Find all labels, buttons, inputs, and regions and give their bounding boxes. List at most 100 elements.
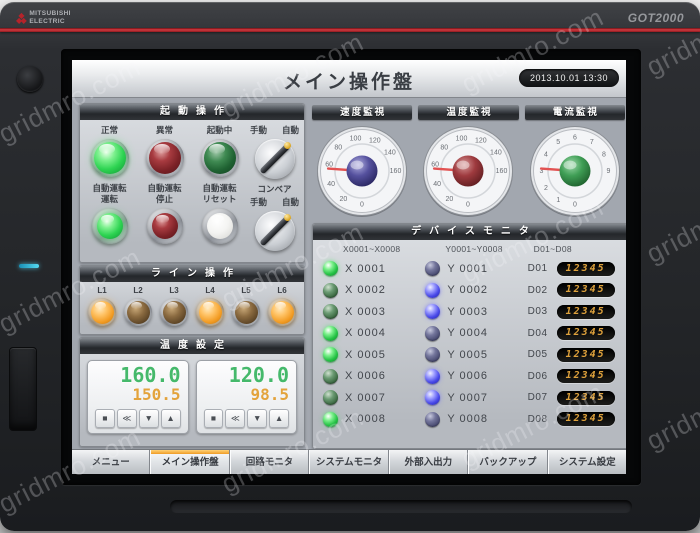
x-bit-label: X 0006 — [345, 370, 386, 383]
device-monitor-header: デバイスモニタ — [313, 224, 626, 240]
auto-reset-button-label-line: 自動運転 — [202, 183, 237, 193]
y-bit-lamp — [425, 390, 441, 406]
d-word-label: D07 — [527, 392, 548, 404]
auto-stop-button-label-line: 自動運転 — [147, 183, 182, 193]
line-lamp-cell-L5: L5 — [228, 285, 264, 326]
temp2-fast-button[interactable]: ≪ — [225, 409, 246, 429]
hmi-device-bezel: ◆ ◆◆ MITSUBISHI ELECTRIC GOT2000 メイン操作盤 2… — [0, 2, 700, 531]
interface-cover-door — [9, 347, 37, 431]
x-bit-lamp — [323, 304, 338, 320]
temp2-stop-button[interactable]: ■ — [203, 409, 224, 429]
x-bit-label: X 0002 — [345, 284, 386, 297]
auto-run-button[interactable] — [91, 208, 128, 244]
tab-external-io[interactable]: 外部入出力 — [388, 450, 469, 474]
tab-bar: メニュー メイン操作盤 回路モニタ システムモニタ 外部入出力 バックアップ システム設定 — [72, 449, 626, 474]
line-lamp-wrap — [264, 298, 300, 326]
d-word-label: D06 — [527, 370, 548, 382]
conveyor-selector[interactable] — [254, 211, 295, 251]
y-rows-column: Y 0001 Y 0002 Y 0003 Y 0004 Y 0005 Y 0006 Y 00… — [425, 258, 527, 430]
normal-lamp-cell: 正常 — [82, 124, 137, 179]
temp2-down-button[interactable]: ▼ — [247, 409, 268, 429]
svg-text:1: 1 — [556, 197, 560, 204]
d-word-row-5: D05 12345 — [528, 344, 619, 366]
line-lamp-dome — [198, 300, 222, 324]
svg-text:5: 5 — [556, 139, 560, 146]
svg-text:120: 120 — [475, 137, 487, 144]
temp-buttons: ■ ≪ ▼ ▲ — [203, 409, 289, 429]
y-bit-label: Y 0002 — [447, 284, 488, 297]
conveyor-selector-labels: 手動 自動 — [247, 196, 302, 209]
tab-circuit-monitor[interactable]: 回路モニタ — [229, 450, 310, 474]
manual-auto-selector[interactable] — [254, 139, 295, 179]
line-lamp-dome — [126, 300, 150, 324]
error-lamp-dome — [148, 142, 181, 174]
startup-row1: 正常 異常 起動中 手動 自動 — [80, 120, 304, 179]
y-bit-lamp — [425, 325, 441, 341]
tab-backup[interactable]: バックアップ — [468, 450, 548, 474]
manual-auto-selector-cell: 手動 自動 — [247, 124, 302, 179]
line-lamp-cell-L6: L6 — [264, 285, 300, 326]
temp-panel-header: 温度設定 — [80, 338, 304, 354]
line-lamp-L5 — [232, 298, 260, 326]
d-word-value-display: 12345 — [556, 326, 615, 341]
x-bit-row-2: X 0002 — [323, 280, 425, 302]
conveyor-selector-dot-icon — [284, 214, 292, 222]
d-word-label: D05 — [527, 349, 548, 361]
auto-stop-button-label: 自動運転 停止 — [137, 183, 192, 206]
d-word-value-display: 12345 — [556, 412, 615, 427]
d-word-value-display: 12345 — [556, 347, 615, 362]
brand-line1: MITSUBISHI — [29, 10, 71, 17]
svg-text:80: 80 — [335, 145, 343, 152]
y-bit-lamp — [425, 261, 441, 277]
auto-run-button-label-line: 自動運転 — [92, 183, 127, 193]
tab-main-panel[interactable]: メイン操作盤 — [150, 450, 230, 474]
temp1-stop-button[interactable]: ■ — [95, 409, 115, 429]
auto-reset-button-dome — [206, 213, 233, 239]
line-lamp-cell-L4: L4 — [192, 285, 228, 326]
starting-lamp — [200, 139, 239, 177]
auto-reset-button[interactable] — [201, 208, 238, 244]
line-lamp-wrap — [192, 298, 228, 326]
svg-text:40: 40 — [327, 181, 335, 188]
auto-stop-button-dome — [151, 213, 178, 239]
current-gauge-header: 電流監視 — [524, 105, 625, 120]
d-word-row-2: D02 12345 — [528, 280, 619, 302]
brand-line2: ELECTRIC — [29, 17, 66, 25]
line-lamp-label: L5 — [241, 286, 251, 295]
temp1-fast-button[interactable]: ≪ — [116, 409, 137, 429]
error-lamp — [145, 139, 184, 177]
svg-text:9: 9 — [606, 168, 610, 175]
device-monitor-rows: X 0001 X 0002 X 0003 X 0004 X 0005 X 0006 X 00… — [323, 258, 619, 430]
y-bit-row-2: Y 0002 — [425, 280, 527, 302]
error-lamp-wrap — [137, 139, 192, 177]
temp1-down-button[interactable]: ▼ — [138, 409, 159, 429]
startup-panel-header: 起動操作 — [80, 104, 304, 120]
tab-system-monitor[interactable]: システムモニタ — [309, 450, 389, 474]
manual-auto-selector-dot-icon — [284, 142, 292, 150]
starting-lamp-cell: 起動中 — [192, 124, 247, 179]
tab-system-settings[interactable]: システム設定 — [547, 450, 626, 474]
temp1-up-button[interactable]: ▲ — [160, 409, 181, 429]
tab-menu[interactable]: メニュー — [72, 450, 151, 474]
gauges-row: 速度監視 0 20 40 60 80 100 120 140 160 温度監視 0 20 40 60 80 10… — [312, 105, 625, 219]
line-operation-panel: ライン操作 L1 L2 L3 L4 L5 L6 — [79, 265, 305, 335]
auto-stop-button[interactable] — [146, 208, 183, 244]
line-lamp-dome — [270, 300, 294, 324]
model-logo: GOT2000 — [627, 11, 684, 25]
normal-lamp-dome — [93, 142, 126, 174]
y-bit-lamp — [425, 411, 441, 427]
svg-text:8: 8 — [602, 151, 606, 158]
title-bar: メイン操作盤 2013.10.01 13:30 — [72, 60, 626, 98]
auto-run-button-wrap — [82, 208, 137, 244]
x-bit-label: X 0003 — [345, 305, 386, 318]
d-word-row-8: D08 12345 — [528, 409, 619, 431]
x-bit-lamp — [323, 368, 338, 384]
line-lamp-L2 — [124, 298, 152, 326]
d-word-value-display: 12345 — [556, 390, 615, 405]
y-bit-label: Y 0008 — [447, 413, 488, 426]
current-gauge-knob — [559, 155, 591, 187]
svg-text:100: 100 — [456, 135, 468, 142]
temp2-up-button[interactable]: ▲ — [269, 409, 289, 429]
temp-current-display: 150.5 — [132, 385, 181, 404]
y-bit-lamp — [425, 304, 441, 320]
